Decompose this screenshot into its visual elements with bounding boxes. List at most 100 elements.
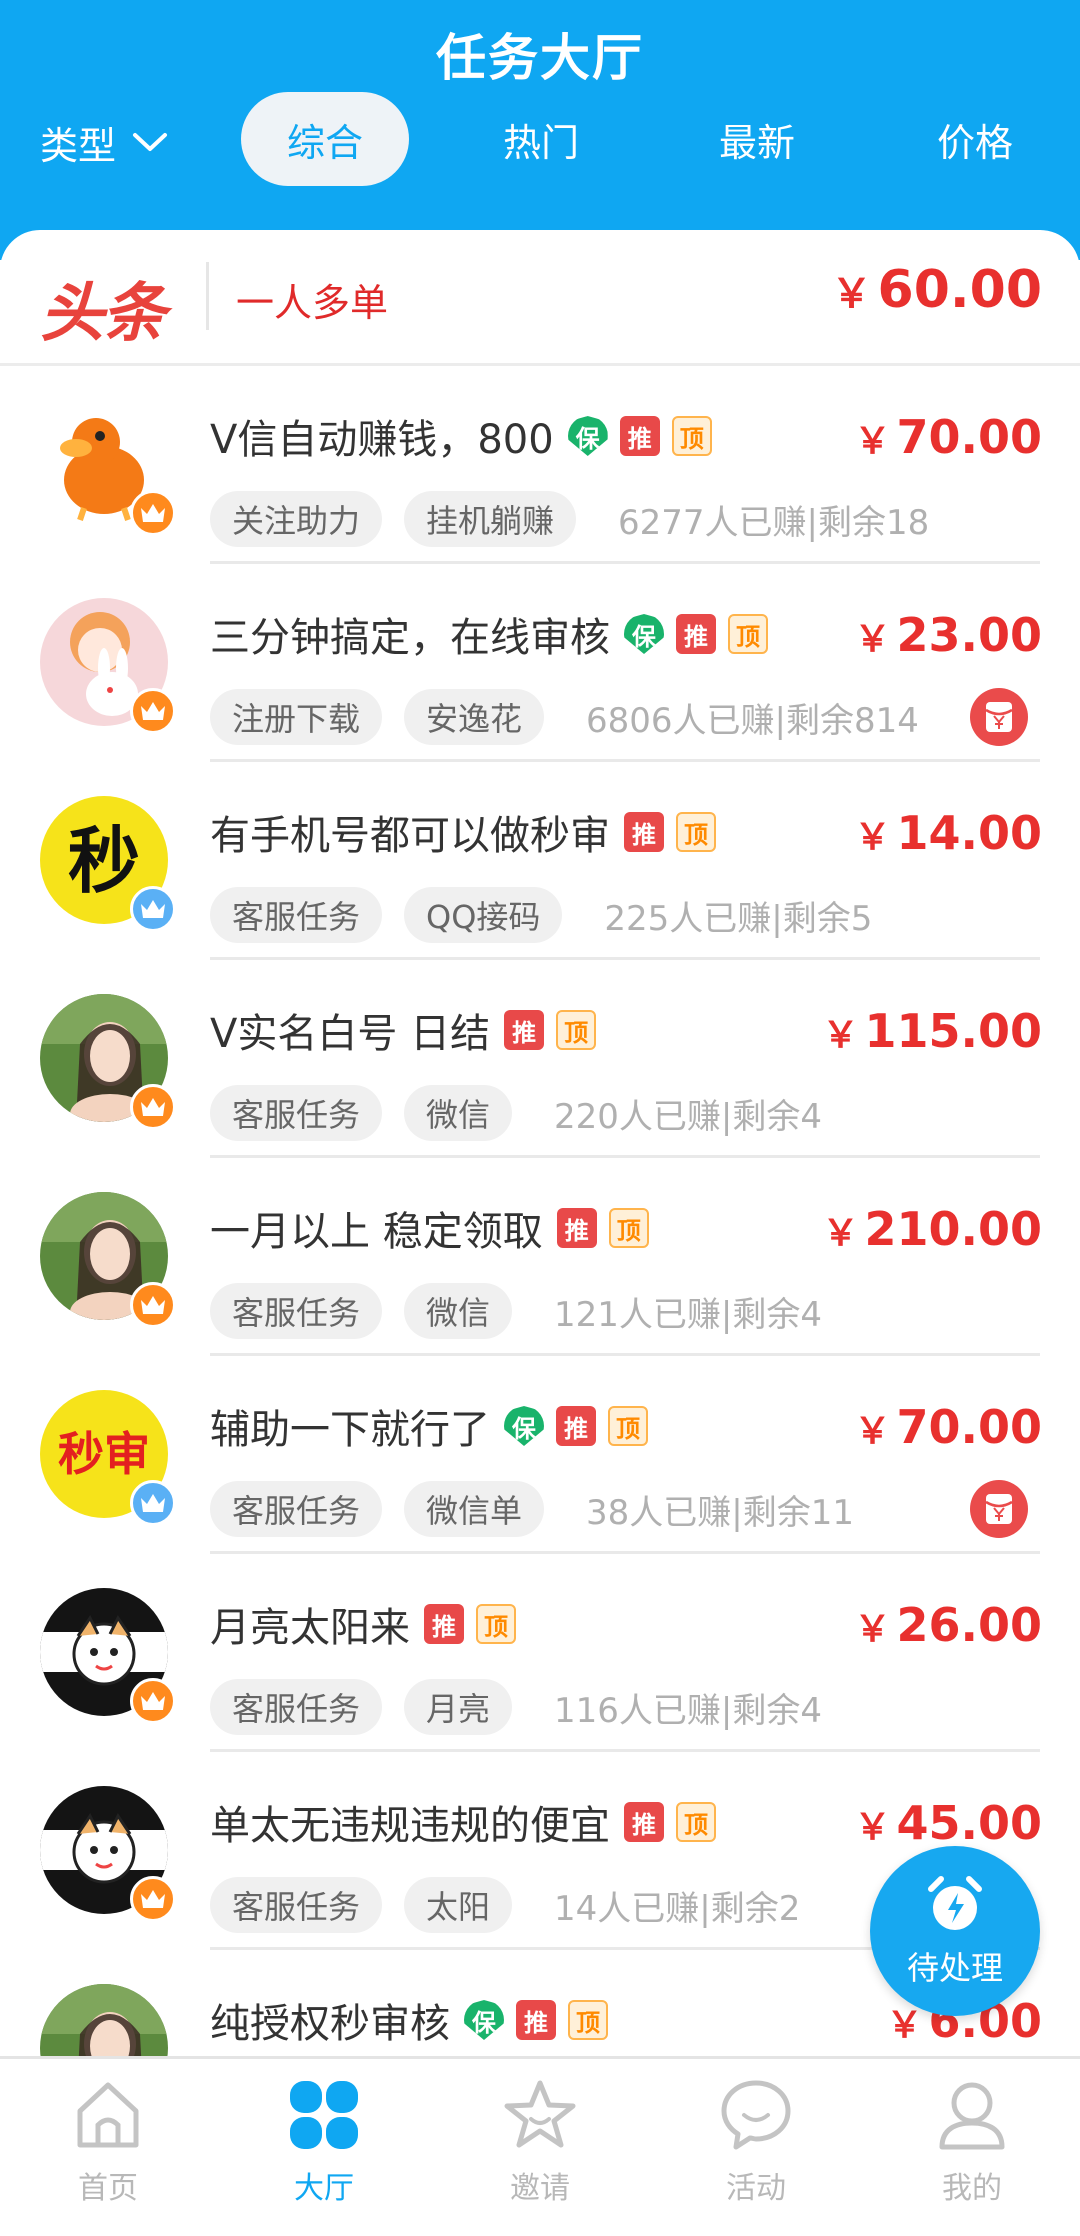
task-stats: 38人已赚|剩余11: [586, 1492, 855, 1533]
user-icon: [939, 2082, 1005, 2150]
top-badge: 顶: [671, 416, 712, 456]
pending-fab[interactable]: 待处理: [870, 1846, 1040, 2016]
photo-avatar: [40, 1984, 168, 2060]
crown-icon: [130, 1282, 176, 1328]
task-meta: 客服任务 微信单 38人已赚|剩余11: [210, 1480, 854, 1538]
task-row[interactable]: 秒 有手机号都可以做秒审推顶 ￥ 14.00 客服任务 QQ接码 225人已赚|剩余5: [0, 762, 1080, 960]
svg-text:秒: 秒: [68, 819, 140, 903]
task-meta: 客服任务 微信 121人已赚|剩余4: [210, 1282, 822, 1340]
red-packet-icon[interactable]: [970, 1480, 1028, 1538]
task-row[interactable]: V实名白号 日结推顶 ￥ 115.00 客服任务 微信 220人已赚|剩余4: [0, 960, 1080, 1158]
type-selector[interactable]: 类型: [40, 112, 168, 172]
currency-symbol: ￥: [854, 1411, 891, 1452]
task-tag: 安逸花: [404, 689, 545, 745]
currency-symbol: ￥: [854, 817, 891, 858]
recommend-badge: 推: [624, 1802, 664, 1842]
task-title-line: 纯授权秒审核保推顶: [210, 1992, 620, 2048]
task-meta: 客服任务 太阳 14人已赚|剩余2: [210, 1876, 800, 1934]
currency-symbol: ￥: [854, 1609, 891, 1650]
recommend-badge: 推: [676, 614, 716, 654]
task-title: 辅助一下就行了: [210, 1407, 490, 1453]
guarantee-badge: 保: [624, 614, 664, 654]
task-title-line: 辅助一下就行了保推顶: [210, 1398, 660, 1454]
task-stats: 121人已赚|剩余4: [554, 1294, 823, 1335]
crown-icon: [130, 1678, 176, 1724]
red-packet-icon[interactable]: [970, 688, 1028, 746]
nav-hall[interactable]: 大厅: [216, 2077, 432, 2227]
nav-activity-label: 活动: [726, 2171, 786, 2206]
top-badge: 顶: [476, 1604, 516, 1644]
nav-invite[interactable]: 邀请: [432, 2077, 648, 2227]
task-price: ￥ 45.00: [854, 1796, 1042, 1850]
recommend-badge: 推: [516, 2000, 556, 2040]
task-price-value: 70.00: [896, 1400, 1042, 1454]
crown-icon: [130, 886, 176, 932]
recommend-badge: 推: [556, 1208, 597, 1248]
nav-home[interactable]: 首页: [0, 2077, 216, 2227]
task-row[interactable]: 月亮太阳来推顶 ￥ 26.00 客服任务 月亮 116人已赚|剩余4: [0, 1554, 1080, 1752]
headline-banner[interactable]: 头条 一人多单 ￥ 60.00: [0, 230, 1080, 366]
tab-price[interactable]: 价格: [891, 92, 1059, 186]
task-title-line: 月亮太阳来推顶: [210, 1596, 528, 1652]
tab-comprehensive[interactable]: 综合: [241, 92, 409, 186]
tab-hot[interactable]: 热门: [457, 92, 625, 186]
task-price: ￥ 23.00: [854, 608, 1042, 662]
headline-price: ￥ 60.00: [832, 260, 1042, 320]
nav-mine[interactable]: 我的: [864, 2077, 1080, 2227]
bottom-nav: 首页 大厅 邀请 活动 我的: [0, 2056, 1080, 2236]
nav-activity[interactable]: 活动: [648, 2077, 864, 2227]
task-tag: 太阳: [404, 1877, 513, 1933]
task-tag: 客服任务: [210, 1679, 383, 1735]
task-row[interactable]: 一月以上 稳定领取推顶 ￥ 210.00 客服任务 微信 121人已赚|剩余4: [0, 1158, 1080, 1356]
currency-symbol: ￥: [886, 2005, 923, 2046]
task-row[interactable]: 三分钟搞定，在线审核保推顶 ￥ 23.00 注册下载 安逸花 6806人已赚|剩余814: [0, 564, 1080, 762]
task-tag: 月亮: [404, 1679, 513, 1735]
nav-hall-label: 大厅: [294, 2171, 354, 2206]
task-title-line: 有手机号都可以做秒审推顶: [210, 804, 728, 860]
hall-icon: [290, 2081, 358, 2149]
top-badge: 顶: [608, 1406, 648, 1446]
guarantee-badge: 保: [567, 416, 608, 456]
task-stats: 220人已赚|剩余4: [554, 1096, 823, 1137]
task-row[interactable]: 秒审 辅助一下就行了保推顶 ￥ 70.00 客服任务 微信单 38人已赚|剩余11: [0, 1356, 1080, 1554]
type-selector-label: 类型: [40, 123, 117, 168]
currency-symbol: ￥: [831, 271, 872, 317]
task-tag: 客服任务: [210, 1085, 383, 1141]
task-meta: 关注助力 挂机躺赚 6277人已赚|剩余18: [210, 490, 929, 548]
task-title: 纯授权秒审核: [210, 2001, 450, 2047]
task-title: 单太无违规违规的便宜: [210, 1803, 610, 1849]
task-price-value: 26.00: [896, 1598, 1042, 1652]
headline-divider: [206, 262, 209, 330]
recommend-badge: 推: [504, 1010, 545, 1050]
task-title: 三分钟搞定，在线审核: [210, 615, 610, 661]
task-title-line: V实名白号 日结推顶: [210, 1002, 608, 1058]
chevron-down-icon: [133, 133, 168, 151]
task-row[interactable]: V信自动赚钱，800 保推顶 ￥ 70.00 关注助力 挂机躺赚 6277人已赚|剩余18: [0, 366, 1080, 564]
alarm-clock-icon: [928, 1876, 982, 1930]
task-price: ￥ 14.00: [854, 806, 1042, 860]
currency-symbol: ￥: [854, 421, 891, 462]
task-price: ￥ 26.00: [854, 1598, 1042, 1652]
task-tag: 挂机躺赚: [404, 491, 577, 547]
nav-mine-label: 我的: [942, 2171, 1002, 2206]
task-stats: 6277人已赚|剩余18: [618, 502, 930, 543]
nav-home-label: 首页: [78, 2171, 138, 2206]
headline-text: 一人多单: [236, 281, 389, 325]
task-tag: 客服任务: [210, 1877, 383, 1933]
app-root: 任务大厅 类型 综合 热门 最新 价格 头条 一人多单 ￥ 60.00 V信自动赚…: [0, 0, 1080, 2236]
task-tag: 客服任务: [210, 1283, 383, 1339]
task-tag: 微信: [404, 1283, 513, 1339]
top-badge: 顶: [568, 2000, 608, 2040]
recommend-badge: 推: [424, 1604, 464, 1644]
crown-icon: [130, 688, 176, 734]
top-badge: 顶: [608, 1208, 649, 1248]
task-title: 一月以上 稳定领取: [210, 1209, 543, 1255]
task-title: V实名白号 日结: [210, 1011, 491, 1057]
task-price-value: 210.00: [864, 1202, 1042, 1256]
task-title-line: V信自动赚钱，800 保推顶: [210, 408, 724, 464]
crown-icon: [130, 1084, 176, 1130]
task-title: 月亮太阳来: [210, 1605, 410, 1651]
task-price: ￥ 115.00: [822, 1004, 1042, 1058]
task-meta: 客服任务 微信 220人已赚|剩余4: [210, 1084, 822, 1142]
tab-latest[interactable]: 最新: [673, 92, 841, 186]
